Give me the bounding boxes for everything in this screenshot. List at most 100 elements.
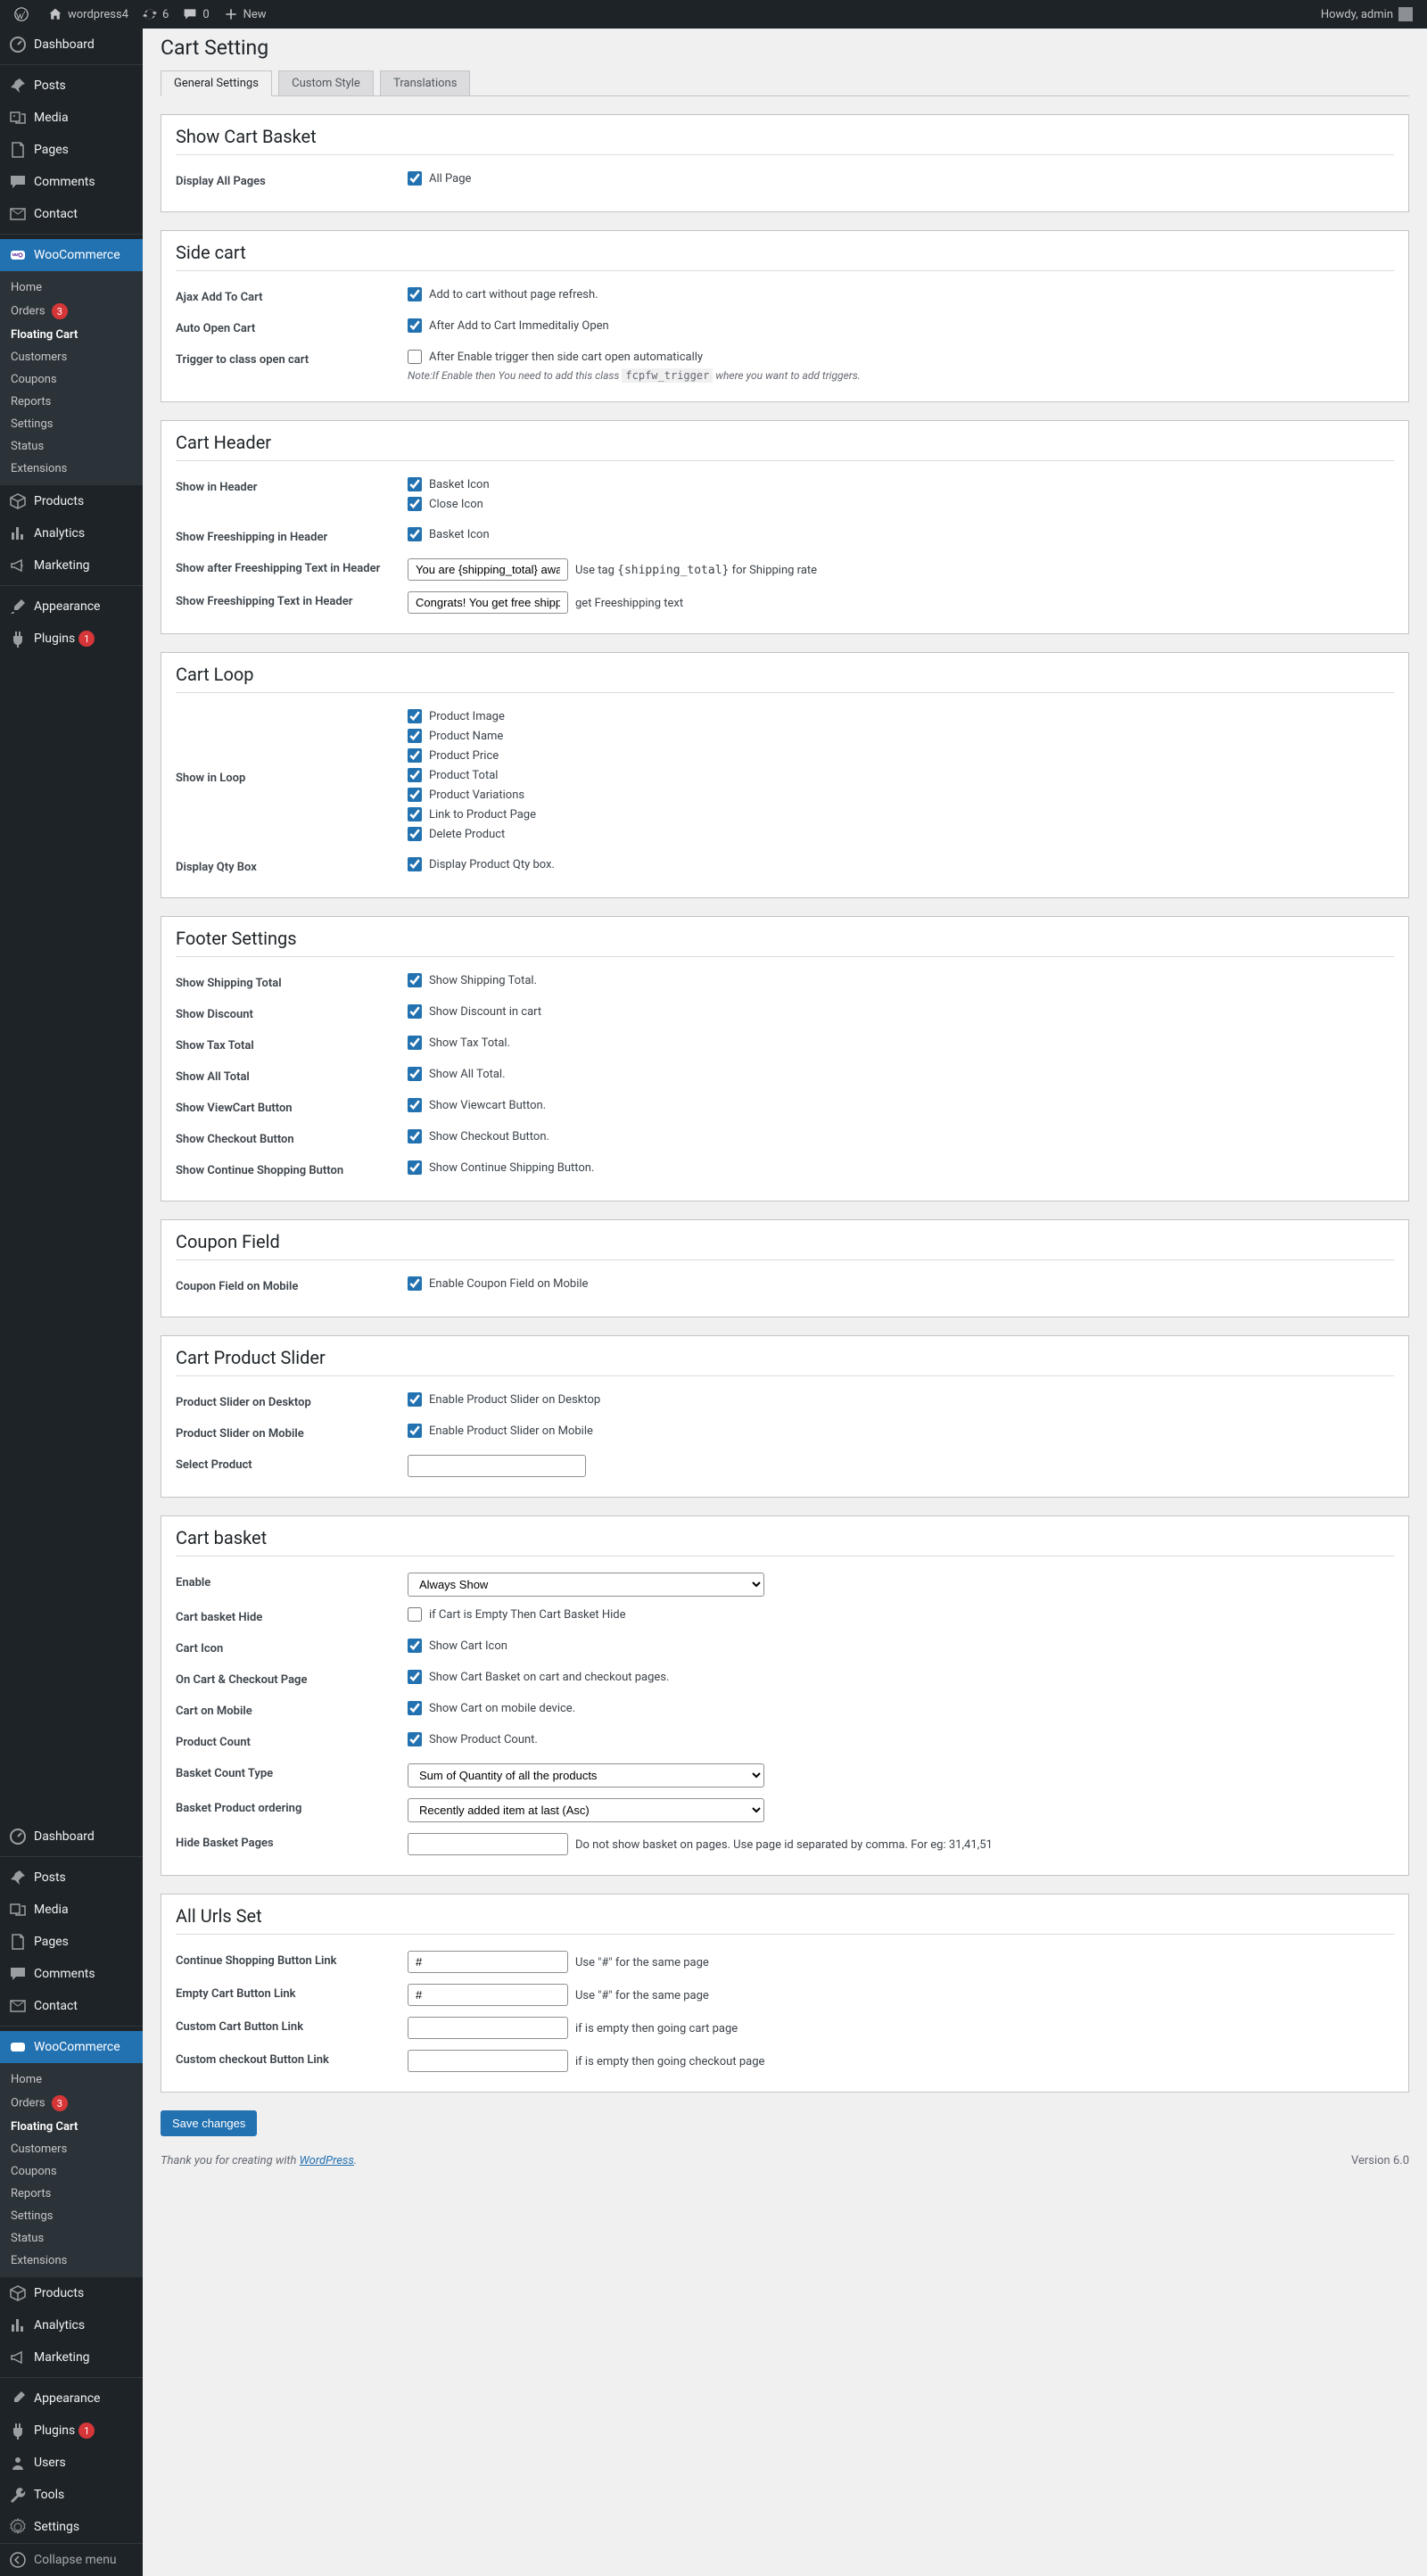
comments-bubble[interactable]: 0 [176, 0, 216, 29]
cb-loop-4[interactable] [408, 788, 422, 802]
cb-basket-icon[interactable] [408, 477, 422, 491]
menu-plugins-2[interactable]: Plugins 1 [0, 2415, 143, 2447]
menu-contact[interactable]: Contact [0, 198, 143, 230]
sub-customers-2[interactable]: Customers [0, 2138, 143, 2160]
select-enable[interactable]: Always Show [408, 1573, 764, 1597]
menu-dashboard[interactable]: Dashboard [0, 29, 143, 61]
menu-products-2[interactable]: Products [0, 2277, 143, 2309]
cb-qty-box[interactable] [408, 857, 422, 871]
menu-marketing[interactable]: Marketing [0, 549, 143, 582]
cb-all-page[interactable] [408, 171, 422, 186]
cb-footer-3[interactable] [408, 1067, 422, 1081]
my-account[interactable]: Howdy, admin [1314, 0, 1420, 29]
menu-media[interactable]: Media [0, 102, 143, 134]
cb-loop-1[interactable] [408, 729, 422, 743]
menu-tools[interactable]: Tools [0, 2479, 143, 2511]
select-ordering[interactable]: Recently added item at last (Asc) [408, 1798, 764, 1822]
wp-logo[interactable] [7, 0, 41, 29]
cb-ajax-add[interactable] [408, 287, 422, 301]
input-empty-link[interactable] [408, 1984, 568, 2006]
note-freeship-text: get Freeshipping text [575, 597, 683, 610]
sub-coupons-2[interactable]: Coupons [0, 2160, 143, 2183]
sub-settings-2[interactable]: Settings [0, 2205, 143, 2227]
input-hide-pages[interactable] [408, 1833, 568, 1855]
wp-link[interactable]: WordPress [300, 2154, 354, 2167]
menu-comments-2[interactable]: Comments [0, 1958, 143, 1990]
sub-reports-2[interactable]: Reports [0, 2183, 143, 2205]
tab-custom-style[interactable]: Custom Style [278, 70, 374, 95]
input-custom-cart-link[interactable] [408, 2017, 568, 2039]
menu-contact-2[interactable]: Contact [0, 1990, 143, 2022]
menu-pages[interactable]: Pages [0, 134, 143, 166]
cb-cart-icon[interactable] [408, 1639, 422, 1653]
input-continue-link[interactable] [408, 1951, 568, 1973]
menu-media-2[interactable]: Media [0, 1894, 143, 1926]
sub-home-2[interactable]: Home [0, 2068, 143, 2091]
cb-slider-mobile[interactable] [408, 1424, 422, 1438]
cb-loop-5[interactable] [408, 807, 422, 822]
cb-loop-3[interactable] [408, 768, 422, 782]
label-show-loop: Show in Loop [176, 704, 408, 852]
save-button[interactable]: Save changes [161, 2110, 257, 2136]
sub-status-2[interactable]: Status [0, 2227, 143, 2250]
sub-orders-2[interactable]: Orders 3 [0, 2091, 143, 2116]
cb-slider-desktop[interactable] [408, 1392, 422, 1407]
menu-plugins[interactable]: Plugins 1 [0, 623, 143, 655]
cb-coupon-mobile[interactable] [408, 1276, 422, 1291]
sub-settings[interactable]: Settings [0, 413, 143, 435]
cb-product-count[interactable] [408, 1732, 422, 1746]
menu-products[interactable]: Products [0, 485, 143, 517]
sub-floating-cart-2[interactable]: Floating Cart [0, 2116, 143, 2138]
cb-footer-4[interactable] [408, 1098, 422, 1112]
sub-floating-cart[interactable]: Floating Cart [0, 324, 143, 346]
cb-close-icon[interactable] [408, 497, 422, 511]
menu-marketing-2[interactable]: Marketing [0, 2341, 143, 2374]
cb-auto-open[interactable] [408, 318, 422, 333]
input-freeship-text[interactable] [408, 591, 568, 614]
sub-status[interactable]: Status [0, 435, 143, 458]
sub-orders[interactable]: Orders 3 [0, 299, 143, 324]
cb-footer-0[interactable] [408, 973, 422, 987]
tab-translations[interactable]: Translations [380, 70, 470, 95]
cb-trigger[interactable] [408, 350, 422, 364]
cb-loop-2[interactable] [408, 748, 422, 763]
cb-footer-2[interactable] [408, 1036, 422, 1050]
cb-freeship-header[interactable] [408, 527, 422, 541]
menu-settings[interactable]: Settings [0, 2511, 143, 2543]
cb-footer-5[interactable] [408, 1129, 422, 1144]
cb-cart-mobile[interactable] [408, 1701, 422, 1715]
sub-reports[interactable]: Reports [0, 391, 143, 413]
tab-general[interactable]: General Settings [161, 70, 272, 96]
menu-woocommerce-2[interactable]: WooCommerce [0, 2031, 143, 2063]
sub-extensions[interactable]: Extensions [0, 458, 143, 480]
menu-appearance-2[interactable]: Appearance [0, 2382, 143, 2415]
menu-pages-2[interactable]: Pages [0, 1926, 143, 1958]
sub-customers[interactable]: Customers [0, 346, 143, 368]
menu-analytics-2[interactable]: Analytics [0, 2309, 143, 2341]
collapse-menu[interactable]: Collapse menu [0, 2543, 143, 2576]
updates[interactable]: 6 [136, 0, 176, 29]
cb-basket-hide[interactable] [408, 1607, 422, 1622]
cb-loop-0[interactable] [408, 709, 422, 723]
menu-posts[interactable]: Posts [0, 70, 143, 102]
input-custom-checkout-link[interactable] [408, 2050, 568, 2072]
cb-footer-6[interactable] [408, 1160, 422, 1175]
input-select-product[interactable] [408, 1455, 586, 1477]
menu-comments[interactable]: Comments [0, 166, 143, 198]
select-count-type[interactable]: Sum of Quantity of all the products [408, 1763, 764, 1788]
menu-analytics[interactable]: Analytics [0, 517, 143, 549]
menu-users[interactable]: Users [0, 2447, 143, 2479]
cb-on-checkout[interactable] [408, 1670, 422, 1684]
new-content[interactable]: New [217, 0, 274, 29]
menu-posts-2[interactable]: Posts [0, 1862, 143, 1894]
cb-loop-6[interactable] [408, 827, 422, 841]
sub-home[interactable]: Home [0, 277, 143, 299]
menu-woocommerce[interactable]: WooCommerce [0, 239, 143, 271]
sub-coupons[interactable]: Coupons [0, 368, 143, 391]
sub-extensions-2[interactable]: Extensions [0, 2250, 143, 2272]
cb-footer-1[interactable] [408, 1004, 422, 1019]
menu-appearance[interactable]: Appearance [0, 590, 143, 623]
menu-dashboard-2[interactable]: Dashboard [0, 1821, 143, 1853]
site-name[interactable]: wordpress4 [41, 0, 136, 29]
input-after-freeship[interactable] [408, 558, 568, 581]
